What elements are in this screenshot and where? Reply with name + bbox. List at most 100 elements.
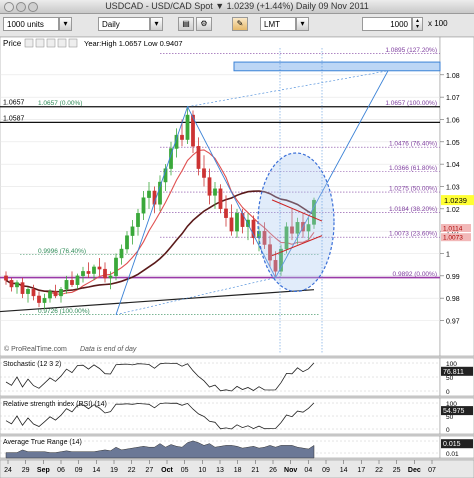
fib-label: 1.0366 (61.80%)	[389, 165, 437, 172]
x-tick-label: 09	[75, 467, 83, 474]
x-tick-label: 14	[92, 467, 100, 474]
candle-body	[185, 114, 190, 140]
pattern-ellipse	[257, 152, 335, 293]
window-title: USDCAD - USD/CAD Spot ▼ 1.0239 (+1.44%) …	[105, 1, 369, 11]
candle-body	[15, 282, 19, 288]
indicator-level-label: 0	[446, 389, 450, 396]
period-dropdown-icon[interactable]: ▾	[150, 17, 163, 31]
units-select[interactable]: 1000 units	[3, 17, 59, 31]
data-note: Data is end of day	[80, 346, 137, 353]
fib-label: 1.0476 (76.40%)	[389, 141, 437, 148]
indicator-value-label: 0.015	[443, 441, 461, 448]
y-tick-label: 1.03	[446, 184, 460, 191]
order-type-select[interactable]: LMT	[260, 17, 296, 31]
multiplier-label: x 100	[428, 19, 448, 28]
watermark: © ProRealTime.com	[4, 345, 67, 353]
x-tick-label: 06	[57, 467, 65, 474]
candle-body	[213, 188, 217, 196]
settings-icon[interactable]: ⚙	[196, 17, 212, 31]
units-dropdown-icon[interactable]: ▾	[59, 17, 72, 31]
period-select[interactable]: Daily	[98, 17, 150, 31]
chart-area[interactable]: 1.0895 (127.20%)1.0657 (100.00%)1.0476 (…	[0, 36, 474, 478]
level-label: 1.0657	[3, 100, 25, 107]
candle-body	[141, 197, 146, 214]
candle-body	[70, 280, 74, 285]
x-tick-label: 04	[304, 467, 312, 474]
price-panel-header: Price Year:High 1.0657 Low 0.9407	[3, 38, 183, 48]
indicator-stochastic: Stochastic (12 3 2) 10050076.811	[0, 357, 474, 397]
window-titlebar: USDCAD - USD/CAD Spot ▼ 1.0239 (+1.44%) …	[0, 0, 474, 14]
x-tick-label: 18	[234, 467, 242, 474]
order-type-dropdown-icon[interactable]: ▾	[296, 17, 309, 31]
x-tick-label: 17	[357, 467, 365, 474]
candle-body	[147, 190, 151, 198]
quantity-stepper[interactable]: ▴ ▾	[412, 17, 423, 31]
x-tick-label: Oct	[161, 467, 173, 474]
candle-body	[20, 282, 25, 294]
candle-body	[64, 280, 69, 290]
indicator-level-label: 0	[446, 427, 450, 434]
candle-body	[224, 208, 228, 218]
x-tick-label: 25	[393, 467, 401, 474]
candle-body	[4, 275, 8, 281]
x-tick-label: 26	[269, 467, 277, 474]
x-tick-label: Dec	[408, 467, 421, 474]
y-tick-label: 0.99	[446, 274, 460, 281]
close-panel-icon[interactable]	[68, 38, 78, 48]
chart-type-button[interactable]: ▤	[178, 17, 194, 31]
x-tick-label: 14	[340, 467, 348, 474]
date-axis: 24 29 Sep 06 09 14 19 22 27 Oct 05 10 13 18 21 26 Nov 04 0…	[0, 459, 474, 478]
order-toolbar: 1000 units ▾ Daily ▾ ▤ ⚙ ✎ LMT ▾ 1000 ▴ ▾…	[0, 14, 474, 37]
candle-body	[125, 235, 129, 250]
year-high-low: Year:High 1.0657 Low 0.9407	[84, 39, 183, 48]
level-tag-label: 1.0114	[443, 226, 463, 233]
price-panel-name: Price	[3, 39, 22, 48]
candle-body	[48, 291, 52, 299]
y-tick-label: 1.07	[446, 95, 460, 102]
y-tick-label: 1	[446, 251, 450, 258]
x-tick-label: 09	[322, 467, 330, 474]
price-panel: 1.0895 (127.20%)1.0657 (100.00%)1.0476 (…	[0, 36, 474, 357]
x-tick-label: Sep	[37, 467, 50, 474]
x-tick-label: 13	[216, 467, 224, 474]
candle-body	[97, 266, 102, 270]
y-tick-label: 1.02	[446, 207, 460, 214]
indicator-panels: Stochastic (12 3 2) 10050076.811Relative …	[0, 357, 474, 459]
fib-label: 1.0073 (23.60%)	[389, 231, 437, 238]
y-tick-label: 1.05	[446, 140, 460, 147]
indicator-level-label: 50	[446, 375, 454, 382]
candle-body	[108, 275, 113, 279]
x-tick-label: 21	[251, 467, 259, 474]
left-fib-label: 0.9726 (100.00%)	[38, 308, 90, 315]
candle-body	[59, 289, 63, 297]
y-tick-label: 1.06	[446, 117, 460, 124]
y-tick-label: 1.08	[446, 73, 460, 80]
candle-body	[136, 213, 140, 227]
fib-label: 1.0184 (38.20%)	[389, 206, 437, 213]
candle-body	[180, 134, 184, 140]
trade-icon[interactable]: ✎	[232, 17, 248, 31]
candle-body	[196, 146, 201, 169]
indicator-title: Average True Range (14)	[3, 439, 82, 446]
y-tick-label: 0.97	[446, 318, 460, 325]
dollar-icon[interactable]	[57, 38, 67, 48]
x-tick-label: 22	[375, 467, 383, 474]
lock-icon[interactable]	[46, 38, 56, 48]
candle-body	[202, 168, 206, 178]
y-tick-label: 1.04	[446, 162, 460, 169]
indicator-rsi: Relative strength index (RSI) (14) 100500…	[0, 397, 474, 435]
level-label: 1.0587	[3, 115, 25, 122]
candle-body	[218, 188, 223, 210]
pencil-icon[interactable]	[35, 38, 45, 48]
x-tick-label: 27	[145, 467, 153, 474]
x-tick-label: 07	[428, 467, 436, 474]
candle-body	[229, 217, 234, 232]
wrench-icon[interactable]	[24, 38, 34, 48]
x-tick-label: 22	[128, 467, 136, 474]
y-tick-label: 0.98	[446, 296, 460, 303]
candle-body	[92, 266, 96, 274]
indicator-level-label: 0.01	[446, 451, 459, 458]
left-fib-label: 0.9996 (76.40%)	[38, 248, 86, 255]
candle-body	[235, 213, 239, 232]
quantity-input[interactable]: 1000	[362, 17, 412, 31]
